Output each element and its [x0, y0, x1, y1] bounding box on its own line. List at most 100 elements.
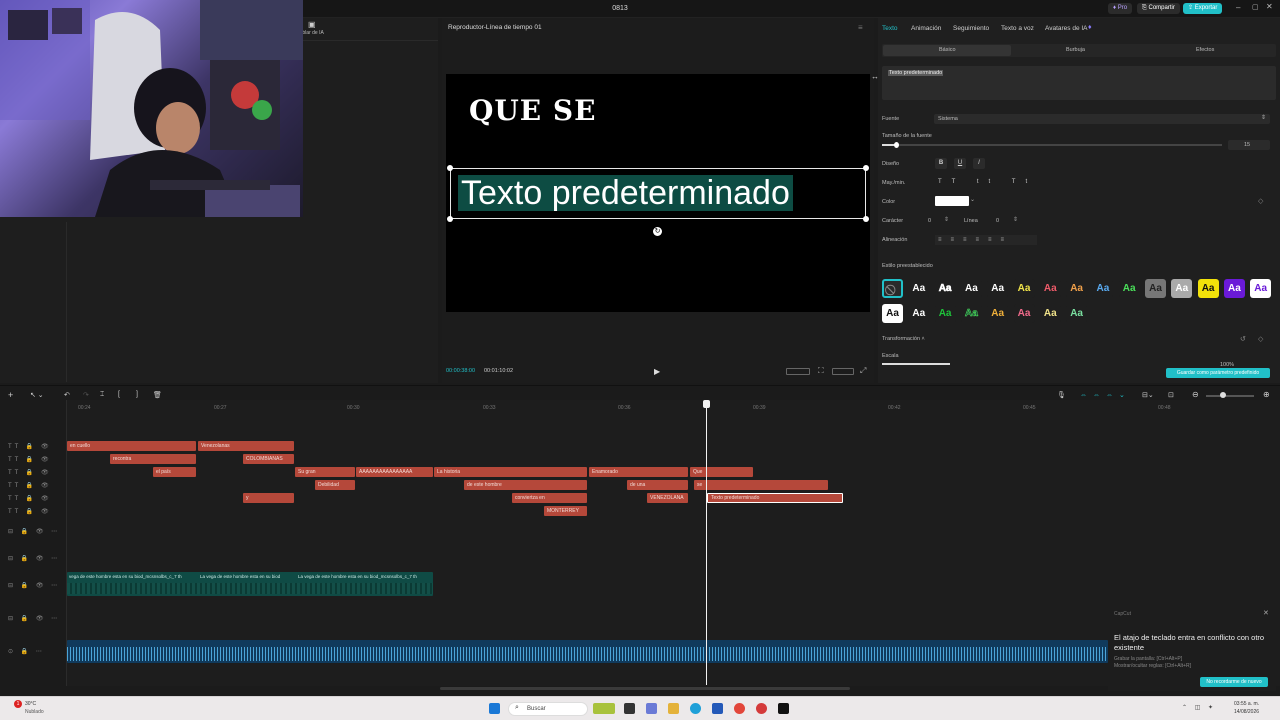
text-clip[interactable]: Debilidad [315, 480, 355, 490]
preview-canvas[interactable]: QUE SE Texto predeterminado ↻ [446, 74, 870, 312]
text-clip[interactable]: AAAAAAAAAAAAAAAA [356, 467, 433, 477]
text-clip[interactable]: Venezolanas [198, 441, 294, 451]
redo-icon[interactable]: ↷ [83, 391, 89, 399]
underline-button[interactable]: U [954, 158, 966, 169]
save-preset-button[interactable]: Guardar como parámetro predefinido [1166, 368, 1270, 378]
panel-resize-icon[interactable]: ↔ [871, 72, 879, 81]
character-value[interactable]: 0 [928, 218, 931, 224]
stepper-icon[interactable]: ⇕ [1013, 216, 1018, 223]
preset-style[interactable]: Aa [987, 304, 1009, 323]
play-icon[interactable]: ▶ [654, 367, 660, 376]
text-clip[interactable]: el país [153, 467, 196, 477]
chevron-down-icon[interactable]: ⌄ [970, 196, 975, 203]
stepper-icon[interactable]: ⇕ [944, 216, 949, 223]
color-swatch[interactable] [935, 196, 969, 206]
track-controls[interactable]: TT 🔒 👁 [8, 443, 52, 450]
text-clip[interactable]: MONTERREY [544, 506, 587, 516]
tray-icons[interactable]: ⌃ ◫ ✦ [1182, 704, 1216, 711]
preset-style[interactable]: Aa [960, 279, 982, 298]
minimize-icon[interactable]: – [1236, 3, 1240, 12]
preset-style[interactable]: Aa [1066, 279, 1088, 298]
close-icon[interactable]: ✕ [1266, 2, 1273, 11]
fit-icon[interactable]: ⊡ [1168, 391, 1174, 399]
delete-icon[interactable]: 🗑 [153, 391, 162, 399]
ai-dub-icon[interactable]: ▣ [308, 20, 316, 29]
close-icon[interactable]: ✕ [1263, 609, 1269, 617]
track-controls[interactable]: ⊟ 🔒 👁 ⋯ [8, 528, 60, 535]
preset-style[interactable]: Aa [960, 304, 982, 323]
pro-badge[interactable]: ♦ Pro [1108, 3, 1133, 14]
preset-style[interactable]: Aa [908, 279, 930, 298]
preset-style[interactable]: Aa [987, 279, 1009, 298]
track-controls[interactable]: TT 🔒 👁 [8, 456, 52, 463]
line-value[interactable]: 0 [996, 218, 999, 224]
split-icon[interactable]: ⌶ [100, 391, 104, 399]
rotate-icon[interactable]: ↻ [653, 227, 662, 236]
text-clip[interactable]: conviertza en [512, 493, 587, 503]
font-size-slider[interactable] [882, 144, 1222, 146]
track-controls[interactable]: ⊟ 🔒 👁 ⋯ [8, 615, 60, 622]
preset-style[interactable]: Aa [1118, 279, 1140, 298]
tab-text[interactable]: Texto [882, 25, 898, 32]
preset-style[interactable]: Aa [1171, 279, 1193, 298]
export-button[interactable]: ⇪ Exportar [1183, 3, 1223, 14]
snap-tools[interactable]: ⇔⇔⇔⌄ [1080, 391, 1131, 399]
text-clip[interactable]: recontra [110, 454, 196, 464]
preset-style[interactable]: Aa [1092, 279, 1114, 298]
resize-handle[interactable] [863, 165, 869, 171]
preset-style[interactable]: Aa [1250, 279, 1272, 298]
text-clip[interactable]: Enamorado [589, 467, 688, 477]
resize-handle[interactable] [447, 165, 453, 171]
store-icon[interactable] [712, 703, 723, 714]
ratio-button[interactable] [786, 368, 810, 375]
italic-button[interactable]: I [973, 158, 985, 169]
text-clip[interactable]: en cuello [67, 441, 196, 451]
capcut-icon[interactable] [778, 703, 789, 714]
font-select[interactable]: Sistema ⇕ [934, 114, 1270, 124]
dont-remind-button[interactable]: No recordarme de nuevo [1200, 677, 1268, 687]
preset-style[interactable]: Aa [1013, 279, 1035, 298]
text-clip[interactable]: VENEZOLANA [647, 493, 688, 503]
task-view-icon[interactable] [624, 703, 635, 714]
tab-animation[interactable]: Animación [911, 25, 941, 32]
alignment-buttons[interactable]: ≡≡≡≡≡≡ [935, 235, 1037, 245]
text-input[interactable]: Texto predeterminado [882, 66, 1276, 100]
zoom-out-icon[interactable]: ⊖ [1192, 390, 1199, 399]
track-controls[interactable]: TT 🔒 👁 [8, 469, 52, 476]
preset-style[interactable]: Aa [1013, 304, 1035, 323]
text-clip[interactable]: Su gran [295, 467, 355, 477]
track-controls[interactable]: TT 🔒 👁 [8, 508, 52, 515]
file-explorer-icon[interactable] [668, 703, 679, 714]
track-controls[interactable]: TT 🔒 👁 [8, 482, 52, 489]
text-clip[interactable]: COLOMBIANAS [243, 454, 294, 464]
edge-icon[interactable] [690, 703, 701, 714]
subtab-bubble[interactable]: Burbuja [1066, 47, 1085, 53]
recording-icon[interactable] [756, 703, 767, 714]
cursor-icon[interactable]: ↖ ⌄ [30, 391, 44, 399]
caption-line-2[interactable]: Texto predeterminado [458, 175, 793, 211]
keyframe-icon[interactable]: ◇ [1258, 197, 1263, 205]
reset-icon[interactable]: ↺ [1240, 335, 1246, 343]
horizontal-scrollbar[interactable] [440, 687, 850, 690]
subtab-effects[interactable]: Efectos [1196, 47, 1214, 53]
preset-style[interactable]: Aa [1197, 279, 1219, 298]
preset-style[interactable]: Aa [1039, 304, 1061, 323]
preview-axis-icon[interactable]: ⊟⌄ [1142, 391, 1154, 399]
tab-tracking[interactable]: Seguimiento [953, 25, 989, 32]
audio-track[interactable] [67, 640, 1108, 663]
keyframe-icon[interactable]: ◇ [1258, 335, 1263, 343]
zoom-in-icon[interactable]: ⊕ [1263, 390, 1270, 399]
no-style-icon[interactable]: ⃠ [882, 279, 903, 298]
slider-thumb[interactable] [894, 142, 899, 148]
text-clip[interactable]: de este hombre [464, 480, 587, 490]
track-controls[interactable]: ⊙ 🔒 ⋯ [8, 648, 45, 655]
trim-right-icon[interactable]: ] [136, 391, 138, 398]
font-size-input[interactable]: 15 [1228, 140, 1270, 150]
text-clip[interactable]: y [243, 493, 294, 503]
resize-handle[interactable] [863, 216, 869, 222]
playhead-handle[interactable] [703, 400, 710, 408]
text-clip[interactable]: se [694, 480, 828, 490]
track-controls[interactable]: ⊟ 🔒 👁 ⋯ [8, 582, 60, 589]
scale-slider[interactable] [882, 363, 950, 365]
trim-left-icon[interactable]: [ [118, 391, 120, 398]
